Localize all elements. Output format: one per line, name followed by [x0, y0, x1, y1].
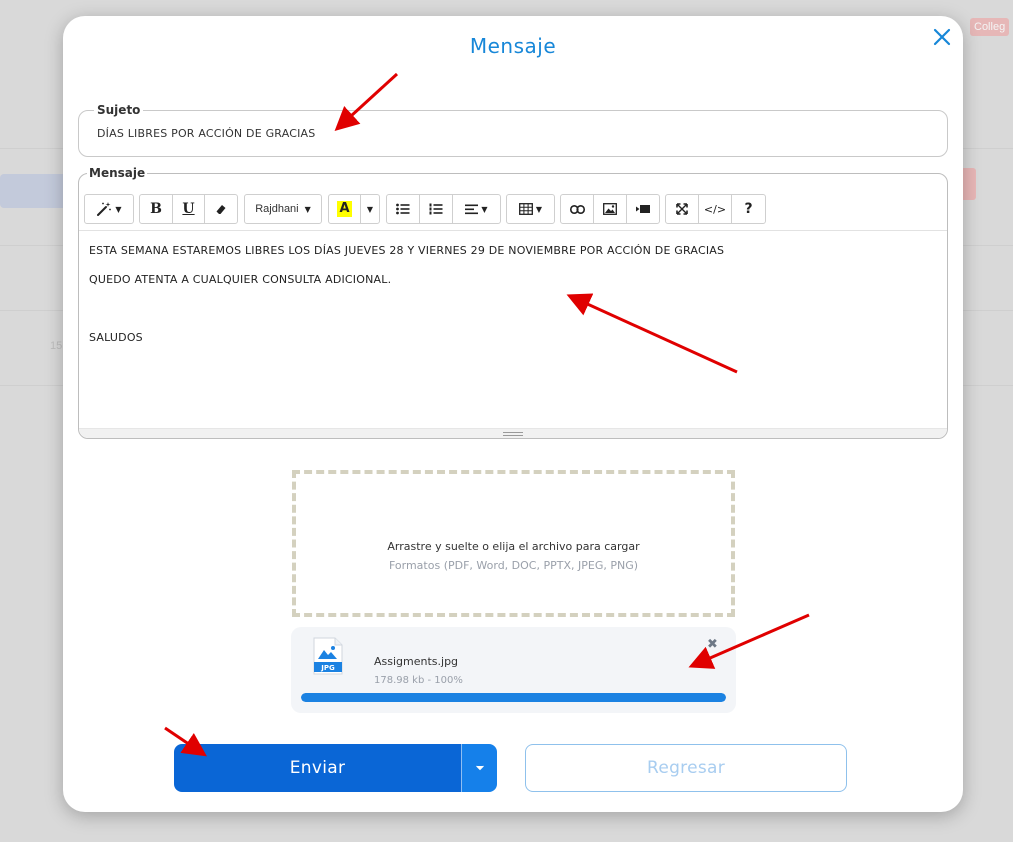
- style-group: ▼: [84, 194, 134, 224]
- message-line: [89, 302, 937, 316]
- table-icon: [518, 203, 533, 215]
- file-name: Assigments.jpg: [374, 655, 459, 668]
- file-type-label: JPG: [320, 664, 335, 672]
- table-group: ▼: [506, 194, 555, 224]
- font-family-value: Rajdhani: [255, 203, 299, 215]
- subject-field[interactable]: Sujeto DÍAS LIBRES POR ACCIÓN DE GRACIAS: [78, 103, 948, 157]
- code-view-button[interactable]: </>: [699, 195, 732, 223]
- video-icon: [636, 205, 650, 213]
- message-modal: Mensaje Sujeto DÍAS LIBRES POR ACCIÓN DE…: [63, 16, 963, 812]
- link-icon: [569, 204, 585, 214]
- bg-number: 15: [50, 340, 63, 352]
- bold-button[interactable]: B: [140, 195, 173, 223]
- align-button[interactable]: ▼: [453, 195, 500, 223]
- uploaded-file: JPG ✖ Assigments.jpg 178.98 kb - 100%: [291, 627, 736, 713]
- caret-down-icon: [475, 765, 484, 771]
- toolbar-divider: [79, 230, 947, 231]
- image-button[interactable]: [594, 195, 627, 223]
- send-button[interactable]: Enviar: [174, 744, 461, 792]
- paragraph-group: ▼: [386, 194, 501, 224]
- underline-button[interactable]: U: [173, 195, 205, 223]
- clear-format-button[interactable]: [205, 195, 237, 223]
- modal-title: Mensaje: [469, 34, 557, 58]
- file-dropzone[interactable]: Arrastre y suelte o elija el archivo par…: [292, 470, 735, 617]
- eraser-icon: [216, 205, 226, 214]
- message-line: SALUDOS: [89, 331, 143, 344]
- align-left-icon: [465, 204, 479, 214]
- font-style-group: B U: [139, 194, 238, 224]
- unordered-list-icon: [396, 203, 410, 215]
- link-button[interactable]: [561, 195, 594, 223]
- subject-input[interactable]: DÍAS LIBRES POR ACCIÓN DE GRACIAS: [97, 127, 315, 140]
- color-group: A ▼: [328, 194, 380, 224]
- video-button[interactable]: [627, 195, 659, 223]
- upload-progress-fill: [301, 693, 726, 702]
- ordered-list-button[interactable]: [420, 195, 453, 223]
- upload-progress: [301, 693, 726, 702]
- table-button[interactable]: ▼: [507, 195, 554, 223]
- help-button[interactable]: ?: [732, 195, 765, 223]
- highlight-a-icon: A: [337, 201, 352, 217]
- highlight-button[interactable]: A: [329, 195, 361, 223]
- misc-group: </> ?: [665, 194, 766, 224]
- jpg-file-icon: JPG: [313, 637, 343, 675]
- message-body[interactable]: ESTA SEMANA ESTAREMOS LIBRES LOS DÍAS JU…: [89, 244, 937, 360]
- message-editor: Mensaje ▼ B U Rajdhani ▼ A ▼ ▼ ▼ </> ? E…: [78, 166, 948, 439]
- style-button[interactable]: ▼: [85, 195, 133, 223]
- resize-grip-icon: [503, 432, 523, 436]
- file-meta: 178.98 kb - 100%: [374, 675, 463, 686]
- fullscreen-icon: [676, 203, 688, 215]
- bg-badge: Colleg: [970, 18, 1010, 36]
- unordered-list-button[interactable]: [387, 195, 420, 223]
- image-icon: [603, 203, 617, 215]
- fullscreen-button[interactable]: [666, 195, 699, 223]
- message-line: QUEDO ATENTA A CUALQUIER CONSULTA ADICIO…: [89, 273, 392, 286]
- dropzone-text: Arrastre y suelte o elija el archivo par…: [387, 540, 640, 553]
- message-line: ESTA SEMANA ESTAREMOS LIBRES LOS DÍAS JU…: [89, 244, 725, 257]
- font-family-select[interactable]: Rajdhani ▼: [245, 195, 321, 223]
- remove-file-icon[interactable]: ✖: [707, 637, 718, 652]
- bg-blue-block: [0, 174, 70, 208]
- dropzone-formats: Formatos (PDF, Word, DOC, PPTX, JPEG, PN…: [388, 559, 639, 572]
- editor-resize-bar[interactable]: [79, 428, 947, 438]
- send-options-button[interactable]: [461, 744, 497, 792]
- subject-label: Sujeto: [94, 103, 144, 117]
- back-button[interactable]: Regresar: [525, 744, 847, 792]
- close-icon[interactable]: [931, 26, 953, 48]
- insert-group: [560, 194, 660, 224]
- magic-wand-icon: [97, 202, 112, 216]
- message-label: Mensaje: [87, 166, 148, 180]
- font-family-group: Rajdhani ▼: [244, 194, 322, 224]
- ordered-list-icon: [429, 203, 443, 215]
- color-dropdown[interactable]: ▼: [361, 195, 379, 223]
